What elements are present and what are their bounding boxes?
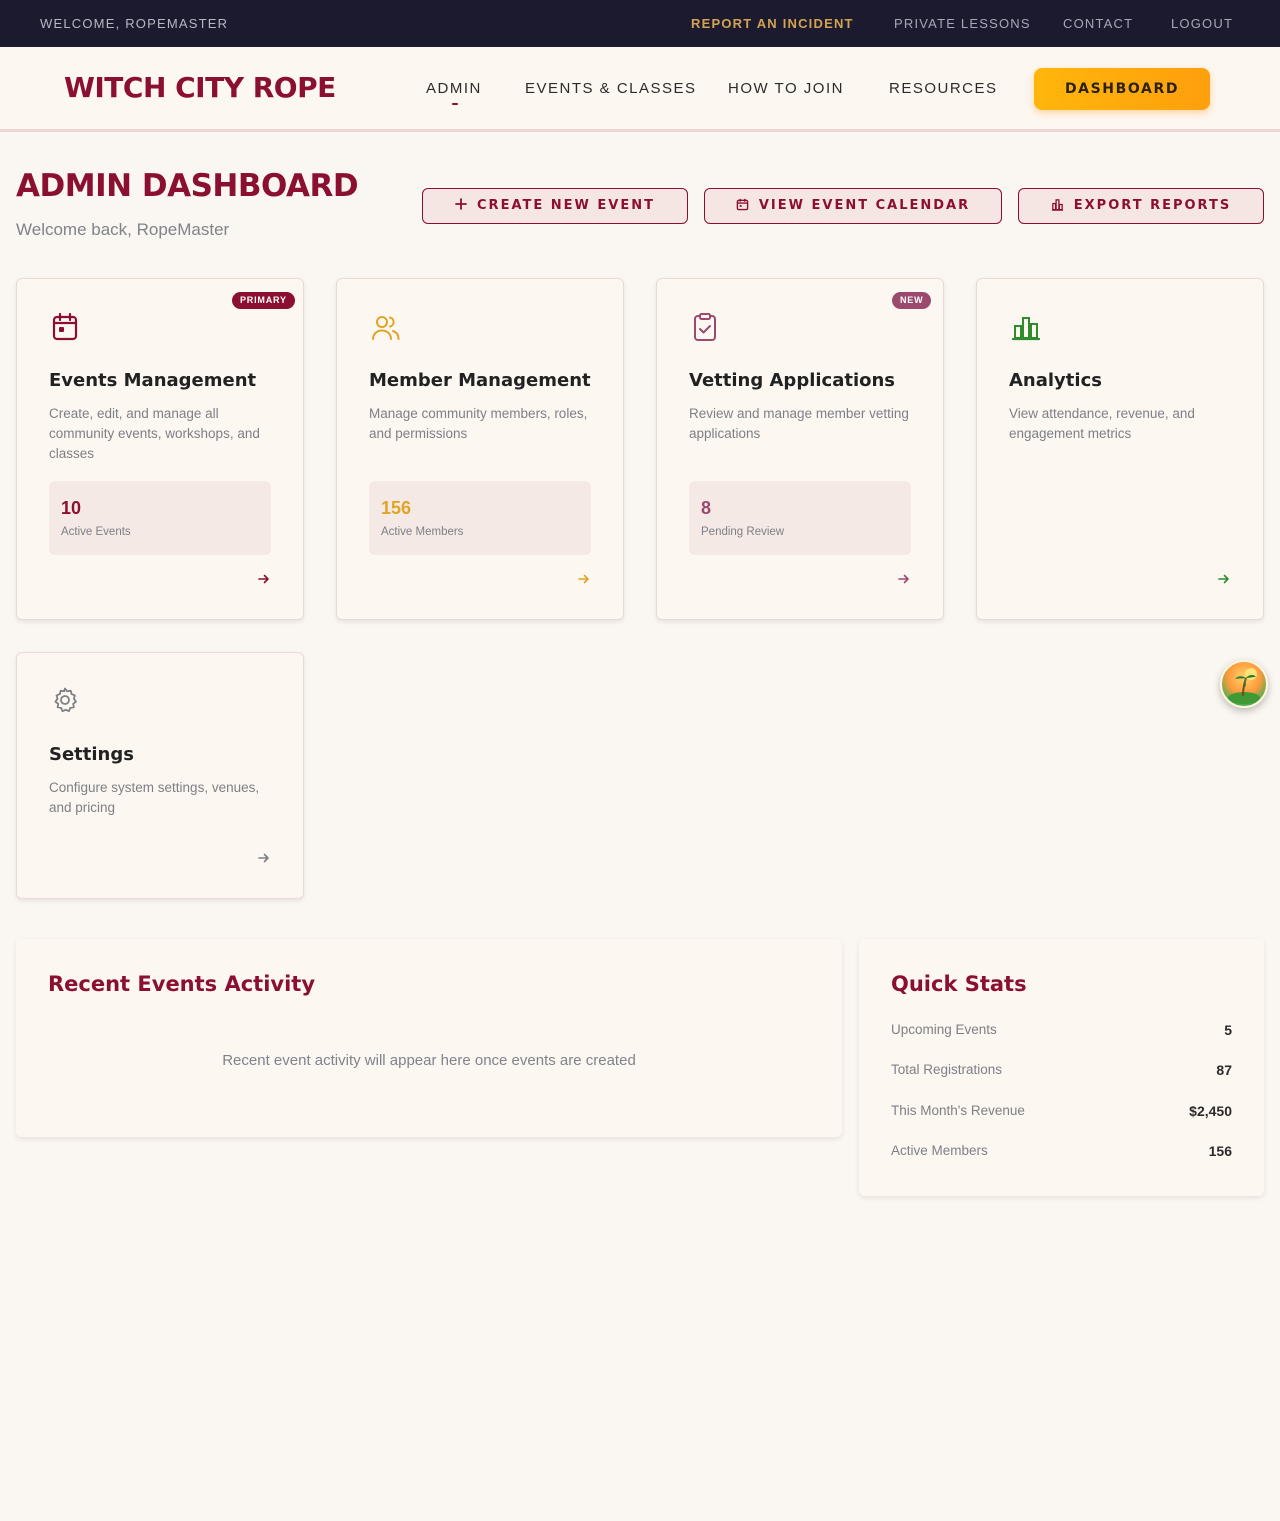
- stat-box: 10 Active Events: [49, 481, 271, 555]
- quick-stat-row: Upcoming Events 5: [891, 1022, 1232, 1042]
- card-title: Analytics: [1009, 370, 1102, 391]
- vetting-applications-card[interactable]: New Vetting Applications Review and mana…: [656, 278, 944, 620]
- create-event-label: Create New Event: [477, 198, 655, 213]
- stat-box: 8 Pending Review: [689, 481, 911, 555]
- arrow-right-icon[interactable]: [897, 572, 911, 591]
- main-header: Witch City Rope Admin Events & Classes H…: [0, 47, 1280, 132]
- primary-badge: Primary: [232, 292, 295, 309]
- stat-label: Active Members: [381, 526, 464, 538]
- users-icon: [371, 312, 401, 347]
- quick-stat-label: This Month's Revenue: [891, 1103, 1025, 1118]
- bar-chart-icon: [1011, 312, 1041, 347]
- card-title: Events Management: [49, 370, 257, 391]
- quick-stat-value: 5: [1224, 1022, 1232, 1038]
- quick-stats-title: Quick Stats: [891, 972, 1027, 996]
- bar-chart-icon: [1051, 198, 1064, 211]
- quick-stat-value: 87: [1216, 1062, 1232, 1078]
- create-event-button[interactable]: Create New Event: [422, 188, 688, 224]
- calendar-icon: [736, 198, 749, 211]
- floating-island-button[interactable]: [1220, 660, 1268, 708]
- analytics-card[interactable]: Analytics View attendance, revenue, and …: [976, 278, 1264, 620]
- stat-value: 156: [381, 498, 412, 518]
- clipboard-check-icon: [691, 312, 719, 347]
- view-calendar-button[interactable]: View Event Calendar: [704, 188, 1002, 224]
- quick-stat-label: Upcoming Events: [891, 1022, 997, 1037]
- nav-item-how-to-join[interactable]: How to Join: [728, 80, 844, 97]
- recent-activity-panel: Recent Events Activity Recent event acti…: [16, 939, 842, 1137]
- member-management-card[interactable]: Member Management Manage community membe…: [336, 278, 624, 620]
- card-description: Create, edit, and manage all community e…: [49, 406, 260, 461]
- view-calendar-label: View Event Calendar: [758, 198, 971, 213]
- arrow-right-icon[interactable]: [257, 851, 271, 870]
- palm-tree-icon: [1228, 668, 1260, 704]
- events-management-card[interactable]: Primary Events Management Create, edit, …: [16, 278, 304, 620]
- stat-value: 10: [61, 498, 82, 518]
- card-description: Review and manage member vetting applica…: [689, 406, 909, 441]
- quick-stat-row: Active Members 156: [891, 1143, 1232, 1163]
- stat-box: 156 Active Members: [369, 481, 591, 555]
- export-reports-label: Export Reports: [1073, 198, 1232, 213]
- nav-item-resources[interactable]: Resources: [889, 80, 998, 97]
- calendar-icon: [51, 312, 79, 347]
- arrow-right-icon[interactable]: [257, 572, 271, 591]
- settings-card[interactable]: Settings Configure system settings, venu…: [16, 652, 304, 899]
- gear-icon: [51, 686, 79, 719]
- card-title: Member Management: [369, 370, 591, 391]
- card-title: Vetting Applications: [689, 370, 896, 391]
- card-title: Settings: [49, 744, 134, 765]
- recent-activity-title: Recent Events Activity: [48, 972, 316, 996]
- quick-stat-label: Total Registrations: [891, 1062, 1003, 1077]
- card-description: Manage community members, roles, and per…: [369, 406, 588, 441]
- contact-link[interactable]: Contact: [1063, 16, 1133, 31]
- new-badge: New: [892, 292, 932, 309]
- report-incident-link[interactable]: Report an Incident: [691, 16, 854, 31]
- page-subtitle: Welcome back, RopeMaster: [16, 220, 230, 239]
- quick-stat-row: This Month's Revenue $2,450: [891, 1103, 1232, 1123]
- logout-link[interactable]: Logout: [1171, 16, 1233, 31]
- quick-stat-value: $2,450: [1189, 1103, 1232, 1119]
- quick-stats-panel: Quick Stats Upcoming Events 5 Total Regi…: [859, 939, 1264, 1196]
- quick-stat-row: Total Registrations 87: [891, 1062, 1232, 1082]
- quick-stat-label: Active Members: [891, 1143, 988, 1158]
- utility-bar: Welcome, RopeMaster Report an Incident P…: [0, 0, 1280, 47]
- arrow-right-icon[interactable]: [1217, 572, 1231, 591]
- dashboard-button[interactable]: Dashboard: [1034, 68, 1210, 110]
- card-description: View attendance, revenue, and engagement…: [1009, 406, 1195, 441]
- export-reports-button[interactable]: Export Reports: [1018, 188, 1264, 224]
- quick-stat-value: 156: [1208, 1143, 1232, 1159]
- empty-state-text: Recent event activity will appear here o…: [222, 1052, 636, 1069]
- page-title: Admin Dashboard: [16, 168, 359, 204]
- stat-label: Active Events: [61, 526, 131, 538]
- nav-item-events[interactable]: Events & Classes: [525, 80, 697, 97]
- nav-item-admin[interactable]: Admin: [426, 80, 482, 105]
- private-lessons-link[interactable]: Private Lessons: [894, 16, 1031, 31]
- stat-label: Pending Review: [701, 526, 785, 538]
- plus-icon: [455, 198, 467, 210]
- stat-value: 8: [701, 498, 712, 518]
- arrow-right-icon[interactable]: [577, 572, 591, 591]
- site-logo[interactable]: Witch City Rope: [64, 71, 336, 104]
- card-description: Configure system settings, venues, and p…: [49, 780, 260, 815]
- utility-links: Report an Incident Private Lessons Conta…: [0, 16, 1280, 32]
